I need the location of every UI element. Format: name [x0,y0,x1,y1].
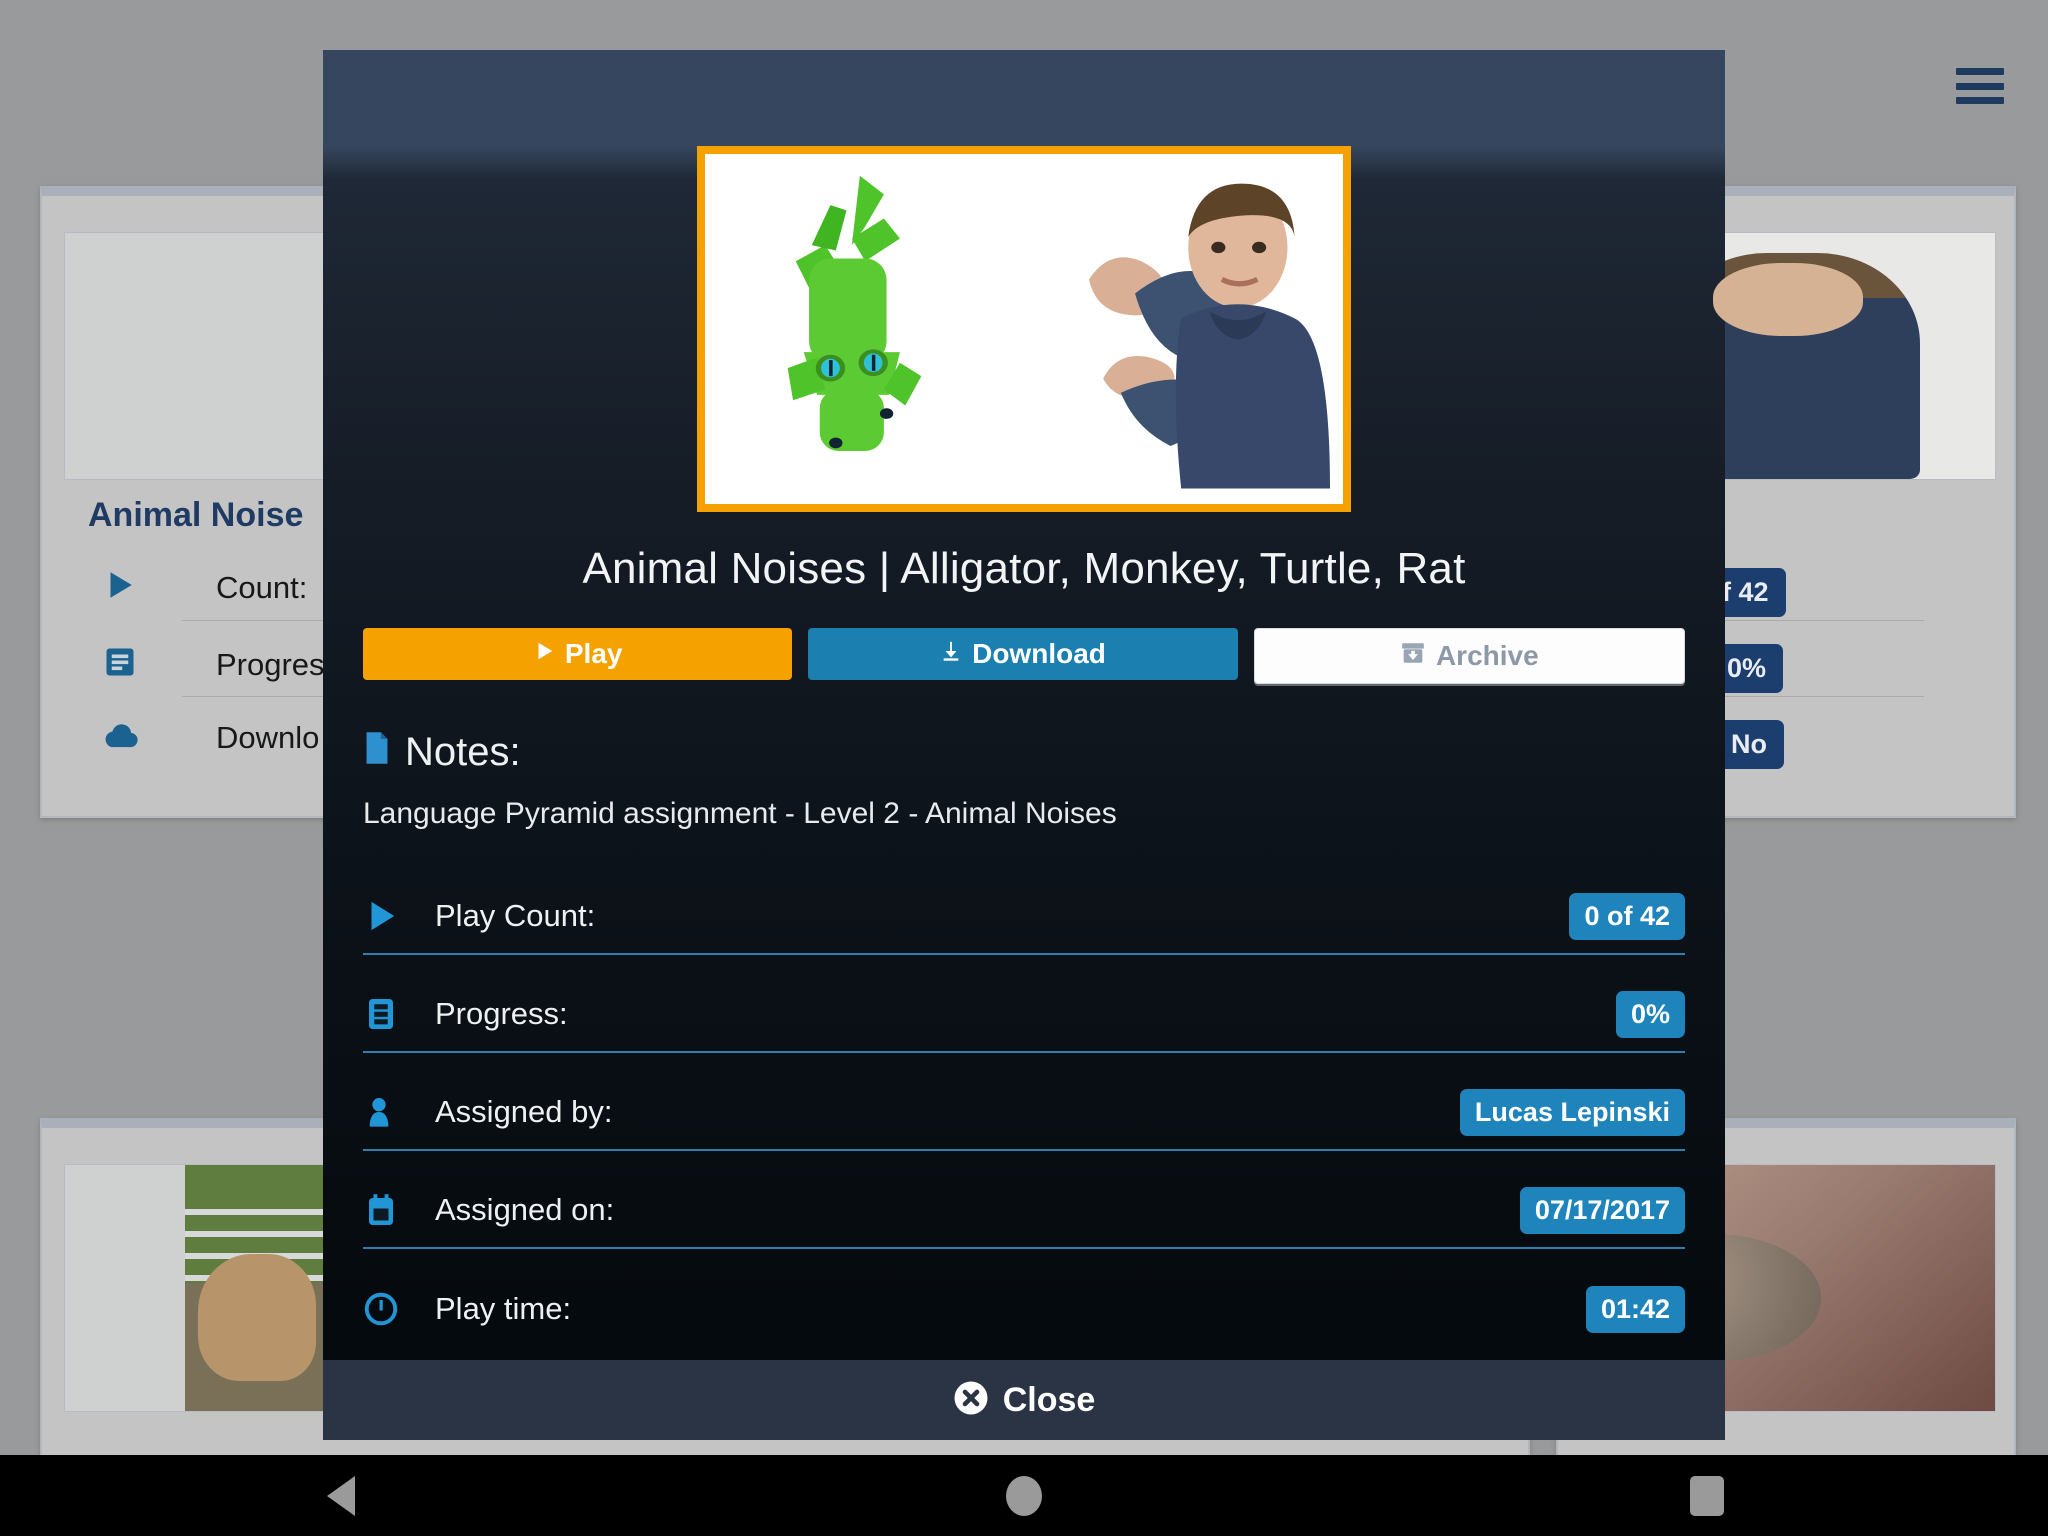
nav-home-button[interactable] [964,1475,1084,1516]
status-badge: 01:42 [1585,1285,1685,1333]
detail-row-assigned-on: Assigned on: 07/17/2017 [363,1173,1685,1249]
nav-back-button[interactable] [281,1475,401,1516]
list-icon [102,644,138,685]
status-badge: 0% [1615,990,1685,1038]
detail-label: Play time: [435,1291,572,1326]
notes-heading: Notes: [363,730,1725,775]
page-title: Animal Noises | Alligator, Monkey, Turtl… [582,544,1466,593]
detail-row-progress: Progress: 0% [363,977,1685,1053]
alligator-illustration-icon [737,165,967,459]
download-icon [940,638,962,670]
detail-label: Assigned by: [435,1094,613,1129]
assignment-detail-modal: Animal Noises | Alligator, Monkey, Turtl… [323,50,1725,1440]
person-icon [363,1093,435,1131]
status-badge: 0 of 42 [1569,892,1685,940]
card-row-label: Count: [216,569,308,605]
android-navigation-bar [0,1455,2048,1536]
close-button-label: Close [1002,1380,1096,1419]
triangle-left-icon [327,1475,356,1516]
close-circle-icon [953,1380,989,1421]
modal-header [323,50,1725,146]
play-icon [363,897,435,935]
screen-root: Animal Noise Count: Progres Downlo 0 of … [0,0,2048,1536]
detail-label: Progress: [435,996,568,1031]
detail-row-play-count: Play Count: 0 of 42 [363,879,1685,955]
detail-list: Play Count: 0 of 42 Progress: 0% Assigne… [363,879,1685,1347]
play-icon [102,568,136,607]
nav-recents-button[interactable] [1647,1475,1767,1516]
status-badge: 07/17/2017 [1519,1186,1685,1234]
cloud-icon [102,721,140,756]
play-button[interactable]: Play [363,628,793,680]
detail-row-assigned-by: Assigned by: Lucas Lepinski [363,1075,1685,1151]
card-row-label: Downlo [216,720,320,755]
hamburger-menu-icon[interactable] [1956,68,2004,104]
video-thumbnail[interactable] [697,146,1351,512]
detail-label: Assigned on: [435,1192,615,1227]
clock-icon [363,1290,435,1328]
square-icon [1689,1475,1724,1516]
download-button[interactable]: Download [808,628,1238,680]
notes-body: Language Pyramid assignment - Level 2 - … [363,797,1117,830]
detail-label: Play Count: [435,898,596,933]
modal-body: Animal Noises | Alligator, Monkey, Turtl… [323,146,1725,1360]
document-icon [363,730,391,775]
play-button-label: Play [564,638,623,669]
action-button-row: Play Download Archive [323,628,1725,684]
status-badge: Lucas Lepinski [1459,1088,1685,1136]
archive-button[interactable]: Archive [1253,628,1685,684]
download-button-label: Download [972,638,1106,669]
play-icon [533,638,555,670]
list-icon [363,995,435,1033]
archive-icon [1400,640,1426,673]
close-button[interactable]: Close [323,1360,1725,1440]
goat-photo [185,1165,345,1411]
card-title: Animal Noise [88,496,304,534]
circle-icon [1005,1475,1042,1516]
calendar-icon [363,1191,435,1229]
notes-heading-label: Notes: [405,730,521,774]
archive-button-label: Archive [1435,640,1539,671]
sign-language-signer-image [1011,161,1331,497]
detail-row-play-time: Play time: 01:42 [363,1271,1685,1347]
card-row-label: Progres [216,646,325,682]
